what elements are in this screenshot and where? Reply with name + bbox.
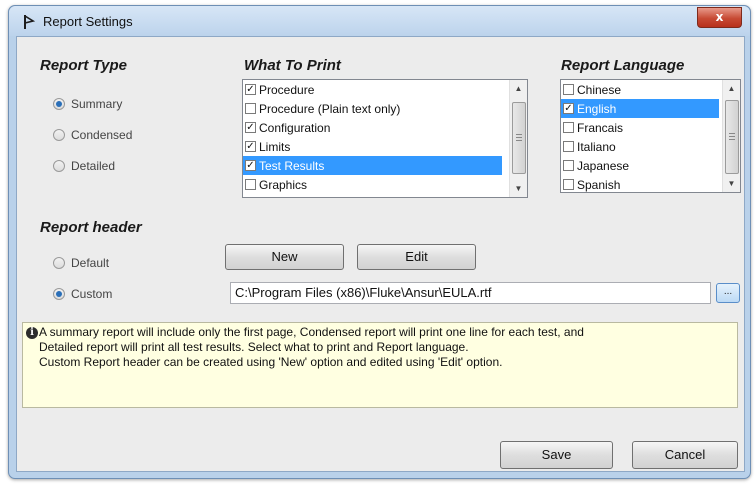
edit-button[interactable]: Edit xyxy=(357,244,476,270)
radio-custom-indicator[interactable] xyxy=(53,288,65,300)
print-item-procedure-plain[interactable]: Procedure (Plain text only) xyxy=(243,99,527,118)
scroll-up-arrow-icon[interactable]: ▲ xyxy=(723,80,740,97)
print-item-configuration-checkbox[interactable] xyxy=(245,122,256,133)
language-item-japanese-checkbox[interactable] xyxy=(563,160,574,171)
radio-summary[interactable]: Summary xyxy=(53,97,122,111)
language-item-english-checkbox[interactable] xyxy=(563,103,574,114)
info-text-line-3: Custom Report header can be created usin… xyxy=(39,355,503,369)
radio-default-label: Default xyxy=(71,256,110,270)
print-item-label: Graphics xyxy=(259,177,308,192)
radio-default[interactable]: Default xyxy=(53,256,109,270)
scroll-thumb[interactable] xyxy=(725,100,739,174)
scroll-down-arrow-icon[interactable]: ▼ xyxy=(723,175,740,192)
save-button[interactable]: Save xyxy=(500,441,613,469)
language-item-label: English xyxy=(577,101,617,116)
title-bar[interactable]: Report Settings x xyxy=(9,6,750,36)
print-item-label: Test Results xyxy=(259,158,325,173)
report-header-title: Report header xyxy=(40,219,142,236)
print-item-label: Procedure xyxy=(259,82,315,97)
language-item-italiano-checkbox[interactable] xyxy=(563,141,574,152)
report-language-scrollbar[interactable]: ▲ ▼ xyxy=(722,80,740,192)
print-item-test-results-checkbox[interactable] xyxy=(245,160,256,171)
radio-default-indicator[interactable] xyxy=(53,257,65,269)
print-item-test-results[interactable]: Test Results xyxy=(243,156,502,175)
report-language-list[interactable]: Chinese English Francais Italiano Japane… xyxy=(560,79,741,193)
radio-condensed-indicator[interactable] xyxy=(53,129,65,141)
scroll-thumb[interactable] xyxy=(512,102,526,174)
info-text-line-2: Detailed report will print all test resu… xyxy=(39,340,469,354)
language-item-spanish-checkbox[interactable] xyxy=(563,179,574,190)
language-item-label: Chinese xyxy=(577,82,622,97)
language-item-label: Italiano xyxy=(577,139,616,154)
app-icon xyxy=(24,15,35,29)
language-item-english[interactable]: English xyxy=(561,99,719,118)
info-text-line-1: A summary report will include only the f… xyxy=(39,325,584,339)
window-title: Report Settings xyxy=(43,14,133,29)
radio-detailed-label: Detailed xyxy=(71,159,116,173)
language-item-francais-checkbox[interactable] xyxy=(563,122,574,133)
language-item-italiano[interactable]: Italiano xyxy=(561,137,740,156)
report-type-title: Report Type xyxy=(40,57,127,74)
radio-custom-label: Custom xyxy=(71,287,113,301)
radio-detailed-indicator[interactable] xyxy=(53,160,65,172)
language-item-chinese-checkbox[interactable] xyxy=(563,84,574,95)
new-button[interactable]: New xyxy=(225,244,344,270)
print-item-limits[interactable]: Limits xyxy=(243,137,527,156)
language-item-label: Francais xyxy=(577,120,624,135)
print-item-label: Configuration xyxy=(259,120,331,135)
report-language-title: Report Language xyxy=(561,57,685,74)
language-item-label: Japanese xyxy=(577,158,630,173)
browse-button[interactable]: ... xyxy=(716,283,740,303)
info-panel: i A summary report will include only the… xyxy=(22,322,738,408)
scroll-down-arrow-icon[interactable]: ▼ xyxy=(510,180,527,197)
language-item-label: Spanish xyxy=(577,177,621,192)
print-item-configuration[interactable]: Configuration xyxy=(243,118,527,137)
radio-condensed-label: Condensed xyxy=(71,128,133,142)
what-to-print-list[interactable]: Procedure Procedure (Plain text only) Co… xyxy=(242,79,528,198)
what-to-print-scrollbar[interactable]: ▲ ▼ xyxy=(509,80,527,197)
scroll-up-arrow-icon[interactable]: ▲ xyxy=(510,80,527,97)
language-item-spanish[interactable]: Spanish xyxy=(561,175,740,192)
print-item-label: Procedure (Plain text only) xyxy=(259,101,401,116)
info-icon: i xyxy=(26,327,38,339)
print-item-procedure-plain-checkbox[interactable] xyxy=(245,103,256,114)
language-item-francais[interactable]: Francais xyxy=(561,118,740,137)
close-button[interactable]: x xyxy=(697,7,742,28)
what-to-print-title: What To Print xyxy=(244,57,341,74)
radio-detailed[interactable]: Detailed xyxy=(53,159,115,173)
radio-condensed[interactable]: Condensed xyxy=(53,128,132,142)
report-settings-window: Report Settings x Report Type Summary Co… xyxy=(8,5,751,479)
language-item-chinese[interactable]: Chinese xyxy=(561,80,740,99)
print-item-label: Limits xyxy=(259,139,291,154)
print-item-procedure[interactable]: Procedure xyxy=(243,80,527,99)
header-path-field[interactable]: C:\Program Files (x86)\Fluke\Ansur\EULA.… xyxy=(230,282,711,304)
cancel-button[interactable]: Cancel xyxy=(632,441,738,469)
dialog-body: Report Type Summary Condensed Detailed W… xyxy=(16,36,745,472)
radio-summary-indicator[interactable] xyxy=(53,98,65,110)
radio-summary-label: Summary xyxy=(71,97,123,111)
print-item-limits-checkbox[interactable] xyxy=(245,141,256,152)
print-item-graphics[interactable]: Graphics xyxy=(243,175,527,194)
print-item-procedure-checkbox[interactable] xyxy=(245,84,256,95)
radio-custom[interactable]: Custom xyxy=(53,287,112,301)
language-item-japanese[interactable]: Japanese xyxy=(561,156,740,175)
print-item-graphics-checkbox[interactable] xyxy=(245,179,256,190)
